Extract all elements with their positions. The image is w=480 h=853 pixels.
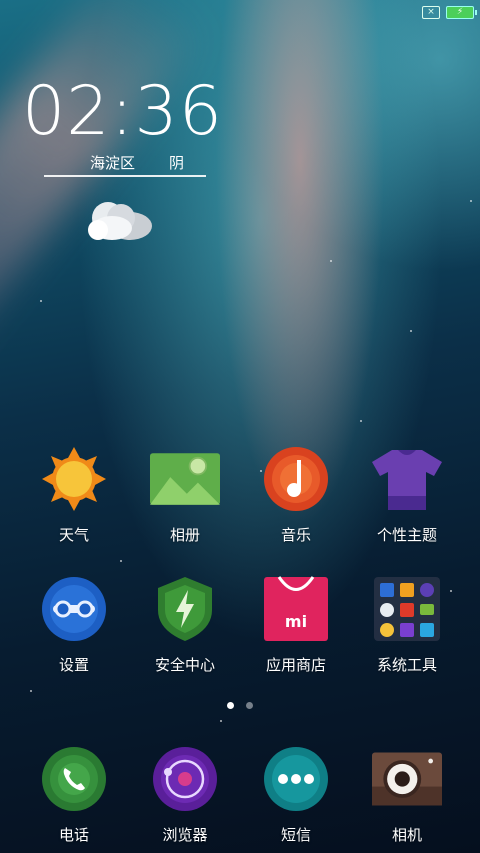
app-label: 电话 [58,826,89,844]
svg-text:mi: mi [285,612,307,631]
app-folder-system-tools[interactable]: 系统工具 [352,574,462,675]
clock-widget-weather[interactable]: 海淀区 阴 [90,152,184,173]
page-indicator[interactable] [0,702,480,709]
folder-grid-icon [372,574,442,644]
app-messages[interactable]: 短信 [241,744,351,845]
app-label: 个性主题 [376,526,437,544]
battery-charging-icon: ⚡ [446,6,477,19]
app-store[interactable]: mi 应用商店 [241,574,351,675]
shield-bolt-icon [150,574,220,644]
phone-icon [39,744,109,814]
status-bar: × ⚡ [422,6,477,19]
music-note-icon [261,444,331,514]
app-label: 设置 [58,656,89,674]
shopping-bag-icon: mi [261,574,331,644]
app-settings[interactable]: 设置 [19,574,129,675]
messages-dots-icon [261,744,331,814]
district-label: 海淀区 [90,154,136,172]
app-label: 短信 [280,826,311,844]
page-dot-1[interactable] [227,702,234,709]
gallery-icon [150,444,220,514]
settings-toggle-icon [39,574,109,644]
app-label: 浏览器 [162,826,208,844]
no-sim-icon: × [422,6,440,19]
clock-divider [44,175,206,177]
app-gallery[interactable]: 相册 [130,444,240,545]
browser-orbit-icon [150,744,220,814]
app-label: 系统工具 [376,656,437,674]
app-label: 应用商店 [265,656,326,674]
app-camera[interactable]: 相机 [352,744,462,845]
app-label: 相册 [169,526,200,544]
app-browser[interactable]: 浏览器 [130,744,240,845]
camera-icon [372,744,442,814]
app-themes[interactable]: 个性主题 [352,444,462,545]
app-security[interactable]: 安全中心 [130,574,240,675]
app-label: 天气 [58,526,89,544]
app-phone[interactable]: 电话 [19,744,129,845]
page-dot-2[interactable] [246,702,253,709]
app-weather[interactable]: 天气 [19,444,129,545]
app-music[interactable]: 音乐 [241,444,351,545]
sun-icon [39,444,109,514]
clock-widget-time[interactable]: 02:36 [22,78,223,146]
app-label: 音乐 [280,526,311,544]
cloudy-weather-icon[interactable] [86,196,156,246]
tshirt-icon [372,444,442,514]
app-label: 安全中心 [154,656,215,674]
app-label: 相机 [391,826,422,844]
condition-label: 阴 [169,154,185,172]
